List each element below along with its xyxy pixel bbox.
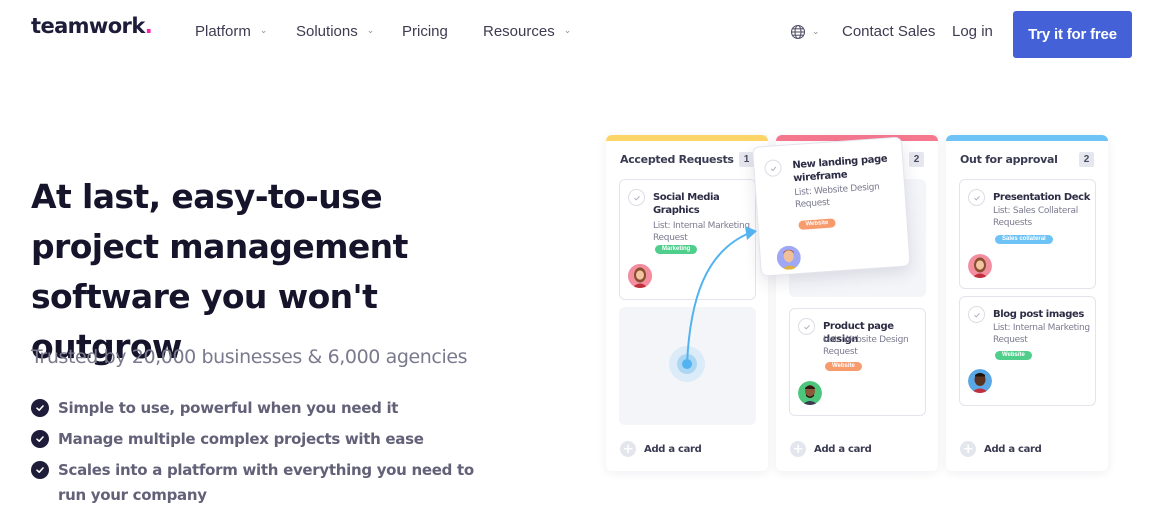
task-card[interactable]: Product page design List: Website Design… [789,308,926,416]
task-list: List: Internal Marketing Request [653,221,750,243]
chevron-down-icon: ⌄ [366,25,375,35]
check-icon[interactable] [968,306,985,323]
hero-subheadline: Trusted by 20,000 businesses & 6,000 age… [31,346,468,368]
contact-sales-label: Contact Sales [842,23,936,40]
check-circle-icon [31,430,49,448]
add-card-label: Add a card [814,443,872,455]
try-free-button[interactable]: Try it for free [1013,11,1132,58]
task-title: Blog post images [993,309,1084,320]
column-color-bar [946,135,1108,141]
drop-zone [619,307,756,425]
login-label: Log in [952,23,993,40]
task-card[interactable]: Blog post images List: Internal Marketin… [959,296,1096,406]
teamwork-logo[interactable]: teamwork. [31,14,153,38]
task-title: Social Media Graphics [653,192,720,216]
task-tag: Marketing [655,245,698,254]
plus-icon: + [960,441,976,457]
dragging-task-card[interactable]: New landing page wireframe List: Website… [752,136,911,277]
board-column-accepted-requests: Accepted Requests 1 Social Media Graphic… [606,135,768,471]
board-column-out-for-approval: Out for approval 2 Presentation Deck Lis… [946,135,1108,471]
hero-headline: At last, easy-to-use project management … [31,177,408,366]
add-card-button[interactable]: + Add a card [790,441,872,457]
feature-text: Simple to use, powerful when you need it [58,399,399,417]
language-selector[interactable]: ⌄ [790,24,820,40]
add-card-button[interactable]: + Add a card [960,441,1042,457]
assignee-avatar [798,381,822,405]
add-card-button[interactable]: + Add a card [620,441,702,457]
check-icon[interactable] [968,189,985,206]
feature-item: Manage multiple complex projects with ea… [31,427,501,452]
task-list: List: Internal Marketing Request [993,323,1090,345]
logo-dot: . [144,14,153,38]
task-tag: Website [995,351,1032,360]
column-color-bar [606,135,768,141]
feature-item: Simple to use, powerful when you need it [31,396,501,421]
top-navigation: teamwork. Platform ⌄ Solutions ⌄ Pricing… [0,0,1153,66]
check-circle-icon [31,399,49,417]
feature-text: Manage multiple complex projects with ea… [58,430,424,448]
nav-solutions-label: Solutions [296,23,358,40]
feature-text: Scales into a platform with everything y… [58,461,474,504]
chevron-down-icon: ⌄ [563,25,572,35]
plus-icon: + [620,441,636,457]
column-count-badge: 2 [1079,152,1094,167]
feature-item: Scales into a platform with everything y… [31,458,501,508]
task-list: List: Sales Collateral Requests [993,206,1078,228]
task-tag: Website [798,218,836,230]
task-list: List: Website Design Request [823,335,909,357]
contact-sales-link[interactable]: Contact Sales [842,23,935,40]
nav-resources-label: Resources [483,23,555,40]
assignee-avatar [628,264,652,288]
add-card-label: Add a card [644,443,702,455]
nav-resources[interactable]: Resources ⌄ [483,23,571,40]
login-link[interactable]: Log in [952,23,993,40]
task-tag: Sales collateral [995,235,1053,244]
nav-platform-label: Platform [195,23,251,40]
globe-icon [790,24,806,40]
feature-list: Simple to use, powerful when you need it… [31,396,501,514]
task-card[interactable]: Social Media Graphics List: Internal Mar… [619,179,756,300]
task-list: List: Website Design Request [793,182,880,211]
check-icon[interactable] [628,189,645,206]
column-count-badge: 2 [909,152,924,167]
chevron-down-icon: ⌄ [259,25,268,35]
check-circle-icon [31,461,49,479]
nav-platform[interactable]: Platform ⌄ [195,23,267,40]
assignee-avatar [776,245,802,271]
task-title: Presentation Deck [993,192,1090,203]
logo-text: teamwork [31,14,145,38]
plus-icon: + [790,441,806,457]
nav-pricing-label: Pricing [402,23,448,40]
nav-pricing[interactable]: Pricing [402,23,448,40]
assignee-avatar [968,254,992,278]
check-icon[interactable] [798,318,815,335]
add-card-label: Add a card [984,443,1042,455]
nav-solutions[interactable]: Solutions ⌄ [296,23,374,40]
task-card[interactable]: Presentation Deck List: Sales Collateral… [959,179,1096,289]
assignee-avatar [968,369,992,393]
column-title: Accepted Requests [620,153,734,166]
chevron-down-icon: ⌄ [812,25,820,36]
check-icon[interactable] [763,159,783,178]
task-tag: Website [825,362,862,371]
column-title: Out for approval [960,153,1058,166]
